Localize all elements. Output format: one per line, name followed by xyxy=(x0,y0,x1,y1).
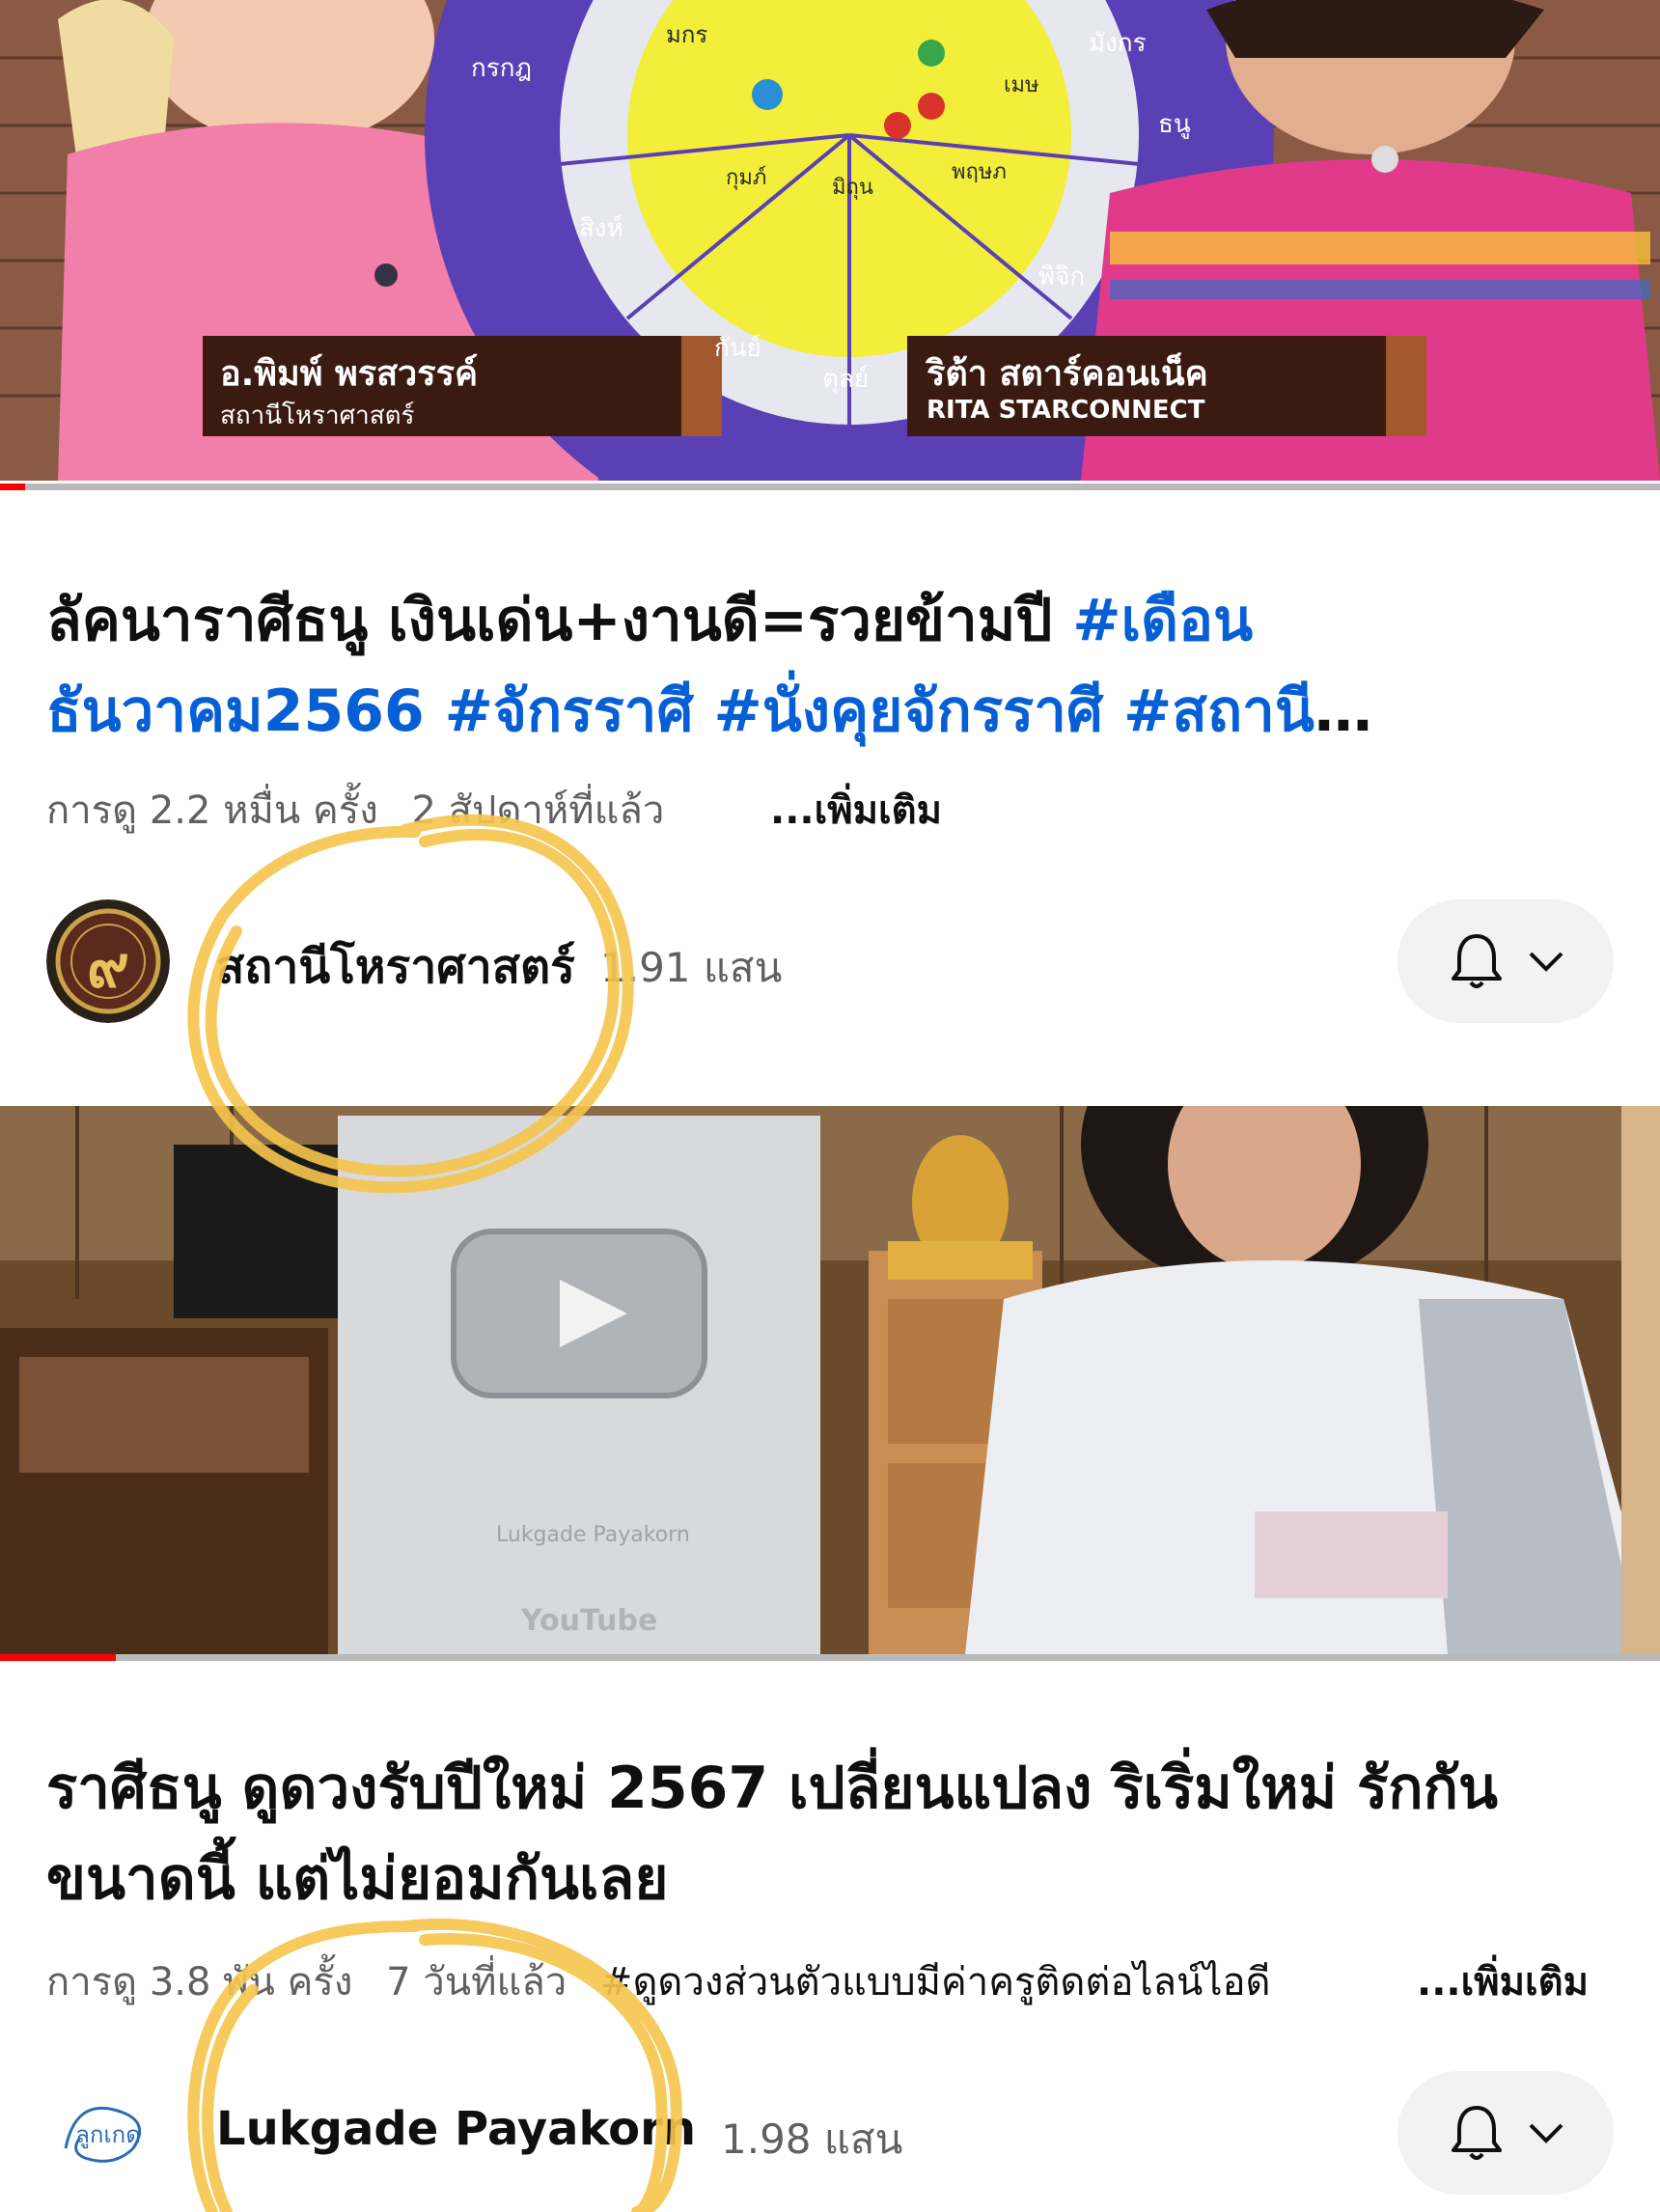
video-1-more-link[interactable]: ...เพิ่มเติม xyxy=(761,782,943,840)
channel-name[interactable]: สถานีโหราศาสตร์ xyxy=(216,930,575,1004)
wheel-label: มิถุน xyxy=(832,176,873,200)
video-2-age: 7 วันที่แล้ว xyxy=(386,1960,567,2005)
caption-right-sub: RITA STARCONNECT xyxy=(927,396,1205,425)
wheel-label: มังกร xyxy=(1089,29,1147,58)
award-inscription: Lukgade Payakorn xyxy=(496,1523,690,1547)
video-2-more-link[interactable]: ...เพิ่มเติม xyxy=(1407,1953,1590,2011)
wheel-label: กันย์ xyxy=(714,334,761,363)
bell-icon xyxy=(1452,934,1502,988)
wheel-label: กรกฎ xyxy=(471,54,532,83)
video-1-progress-track xyxy=(0,484,1660,490)
video-1-channel-row[interactable]: ๙ สถานีโหราศาสตร์ 1.91 แสน xyxy=(46,899,1614,1025)
channel-name[interactable]: Lukgade Payakorn xyxy=(216,2102,696,2156)
video-1-thumbnail[interactable]: อ.พิมพ์ พรสวรรค์ สถานีโหราศาสตร์ ริต้า ส… xyxy=(0,0,1660,481)
video-1-views: การดู 2.2 หมื่น ครั้ง xyxy=(46,788,378,833)
video-1-title-text: ลัคนาราศีธนู เงินเด่น+งานดี=รวยข้ามปี xyxy=(46,587,1073,654)
video-2-progress-track xyxy=(0,1654,1660,1661)
wheel-label: กุมภ์ xyxy=(726,166,767,190)
video-2-meta[interactable]: การดู 3.8 พัน ครั้ง 7 วันที่แล้ว #ดูดวงส… xyxy=(46,1953,1610,2011)
wheel-label: พฤษภ xyxy=(952,160,1007,184)
video-2-channel-row[interactable]: ลูกเกด Lukgade Payakorn 1.98 แสน xyxy=(46,2071,1614,2197)
wheel-label: สิงห์ xyxy=(579,214,623,243)
video-2-views: การดู 3.8 พัน ครั้ง xyxy=(46,1960,353,2005)
channel-avatar-glyph: ลูกเกด xyxy=(75,2121,141,2148)
caption-left-name: อ.พิมพ์ พรสวรรค์ xyxy=(220,354,479,394)
chevron-down-icon xyxy=(1529,952,1563,972)
wheel-label: มกร xyxy=(666,21,708,48)
caption-right-name: ริต้า สตาร์คอนเน็ค xyxy=(927,354,1208,394)
video-2-title-text: ราศีธนู ดูดวงรับปีใหม่ 2567 เปลี่ยนแปลง … xyxy=(46,1755,1498,1913)
wheel-label: ตุลย์ xyxy=(822,365,870,394)
wheel-label: พิจิก xyxy=(1038,263,1086,291)
wheel-label: ธนู xyxy=(1158,110,1191,139)
video-2-thumbnail[interactable]: Lukgade Payakorn YouTube xyxy=(0,1106,1660,1654)
chevron-down-icon xyxy=(1529,2123,1563,2143)
bell-icon xyxy=(1452,2106,1502,2160)
channel-avatar-glyph: ๙ xyxy=(87,933,129,1001)
video-1-meta[interactable]: การดู 2.2 หมื่น ครั้ง 2 สัปดาห์ที่แล้ว .… xyxy=(46,782,1610,840)
notification-settings-button[interactable] xyxy=(1397,2071,1614,2195)
caption-left-sub: สถานีโหราศาสตร์ xyxy=(220,401,415,430)
channel-avatar[interactable]: ลูกเกด xyxy=(46,2071,170,2195)
video-2-title[interactable]: ราศีธนู ดูดวงรับปีใหม่ 2567 เปลี่ยนแปลง … xyxy=(46,1743,1610,1924)
video-1-age: 2 สัปดาห์ที่แล้ว xyxy=(411,788,665,833)
video-2-description-snippet: #ดูดวงส่วนตัวแบบมีค่าครูติดต่อไลน์ไอดี xyxy=(599,1960,1271,2005)
notification-settings-button[interactable] xyxy=(1397,899,1614,1023)
award-brand: YouTube xyxy=(521,1604,658,1638)
video-2-progress-fill xyxy=(0,1654,117,1661)
wheel-label: เมษ xyxy=(1004,73,1039,97)
channel-avatar[interactable]: ๙ xyxy=(46,899,170,1023)
subscriber-count: 1.98 แสน xyxy=(721,2115,903,2163)
video-1-title[interactable]: ลัคนาราศีธนู เงินเด่น+งานดี=รวยข้ามปี #เ… xyxy=(46,575,1610,757)
subscriber-count: 1.91 แสน xyxy=(600,944,783,991)
video-1-progress-fill xyxy=(0,484,25,490)
